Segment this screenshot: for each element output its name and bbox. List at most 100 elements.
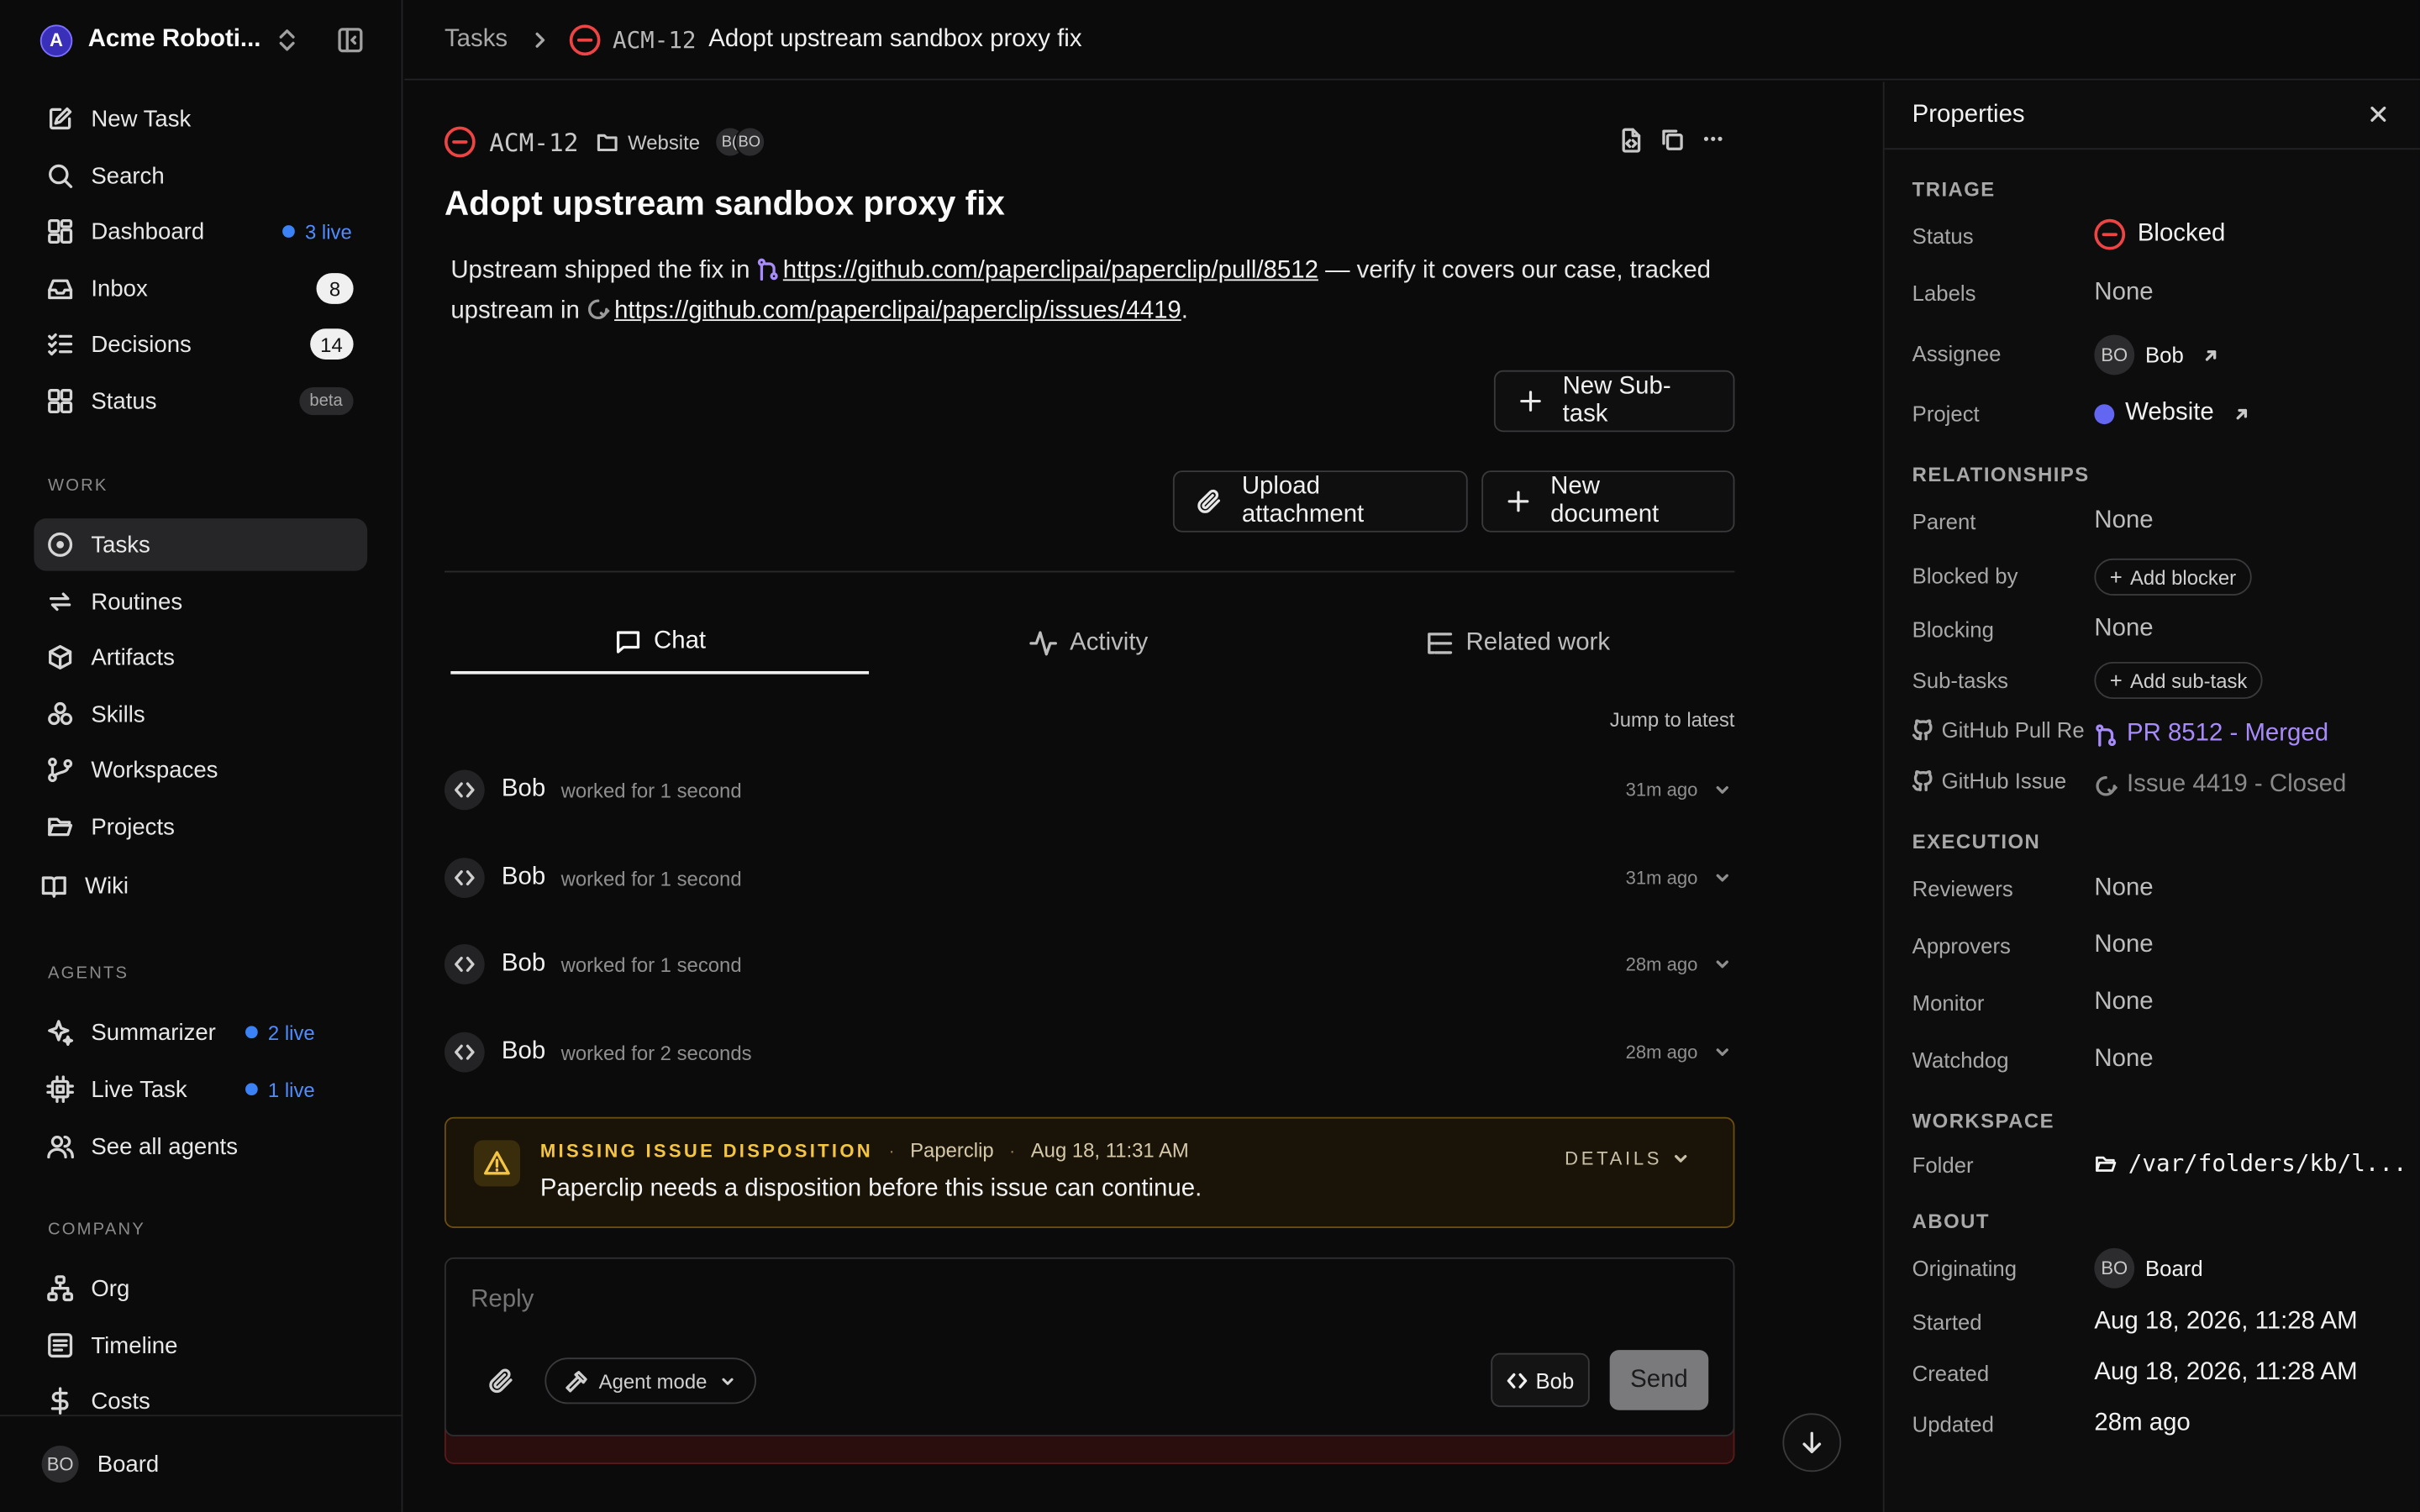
task-description[interactable]: Upstream shipped the fix in https://gith… — [450, 251, 1731, 332]
assignee-value[interactable]: BO Bob — [2094, 334, 2219, 375]
run-time: 31m ago — [1625, 779, 1698, 801]
nav-org[interactable]: Org — [34, 1262, 367, 1314]
originating-name: Board — [2145, 1256, 2203, 1281]
originating-value[interactable]: BO Board — [2094, 1247, 2203, 1289]
watchdog-label: Watchdog — [1912, 1047, 2009, 1073]
upload-attachment-button[interactable]: Upload attachment — [1172, 470, 1468, 533]
pr-link[interactable]: https://github.com/paperclipai/paperclip… — [783, 258, 1318, 284]
nav-label: Timeline — [91, 1331, 178, 1359]
nav-routines[interactable]: Routines — [34, 575, 367, 627]
run-row[interactable]: Bob worked for 2 seconds 28m ago — [444, 1031, 1734, 1074]
add-blocker-button[interactable]: + Add blocker — [2094, 558, 2252, 596]
nav-see-all-agents[interactable]: See all agents — [34, 1120, 367, 1172]
nav-tasks[interactable]: Tasks — [34, 518, 368, 571]
run-time: 31m ago — [1625, 867, 1698, 889]
agent-name: Bob — [1535, 1368, 1575, 1393]
assignee-name: Bob — [2145, 342, 2184, 368]
scroll-to-bottom-button[interactable] — [1782, 1413, 1842, 1473]
arrow-down-icon — [1802, 1431, 1822, 1453]
close-icon[interactable] — [2369, 105, 2387, 123]
assignee-label: Assignee — [1912, 340, 2002, 366]
agent-mode-select[interactable]: Agent mode — [544, 1357, 757, 1404]
agent-selector[interactable]: Bob — [1491, 1352, 1590, 1408]
task-project[interactable]: Website — [596, 130, 700, 154]
chevron-down-icon — [1675, 1154, 1687, 1163]
project-value[interactable]: Website — [2094, 400, 2249, 428]
send-button[interactable]: Send — [1609, 1350, 1709, 1410]
nav-artifacts[interactable]: Artifacts — [34, 631, 367, 683]
github-issue-value[interactable]: Issue 4419 - Closed — [2094, 771, 2346, 799]
blocking-value[interactable]: None — [2094, 616, 2153, 643]
details-button[interactable]: DETAILS — [1565, 1147, 1690, 1170]
parent-value[interactable]: None — [2094, 507, 2153, 535]
external-link-icon — [2205, 349, 2217, 360]
org-logo: A — [39, 24, 73, 57]
nav-label: Wiki — [85, 872, 129, 899]
new-document-button[interactable]: New document — [1481, 470, 1735, 533]
status-value[interactable]: Blocked — [2094, 218, 2225, 250]
plus-icon: + — [2109, 564, 2123, 590]
issue-closed-icon — [2096, 775, 2118, 795]
blocked-status-icon[interactable] — [444, 126, 476, 158]
nav-projects[interactable]: Projects — [34, 801, 367, 853]
sidebar-footer-user[interactable]: BO Board — [0, 1415, 403, 1512]
paperclip-icon — [1197, 489, 1221, 513]
run-row[interactable]: Bob worked for 1 second 28m ago — [444, 942, 1734, 985]
run-duration: worked for 2 seconds — [560, 1040, 752, 1064]
button-label: Upload attachment — [1241, 473, 1365, 528]
nav-status[interactable]: Status beta — [34, 375, 367, 427]
reply-input[interactable] — [471, 1286, 1397, 1315]
nav-dashboard[interactable]: Dashboard 3 live — [34, 205, 367, 257]
dollar-icon — [50, 1387, 69, 1415]
button-label: New Sub-task — [1562, 373, 1671, 428]
paperclip-icon[interactable] — [487, 1367, 515, 1394]
chevron-down-icon — [1716, 1048, 1728, 1057]
reply-composer: Agent mode Bob Send — [444, 1257, 1735, 1436]
dashboard-icon — [48, 218, 73, 244]
folder-value[interactable]: /var/folders/kb/l... — [2094, 1149, 2407, 1177]
inbox-icon — [48, 279, 73, 300]
issue-link[interactable]: https://github.com/paperclipai/paperclip… — [614, 297, 1181, 323]
nav-decisions[interactable]: Decisions 14 — [34, 318, 367, 370]
sidebar-collapse-icon[interactable] — [336, 26, 364, 54]
copy-icon[interactable] — [1660, 128, 1684, 151]
org-switcher[interactable]: A Acme Roboti... — [39, 22, 298, 59]
more-horizontal-icon[interactable] — [1702, 128, 1724, 150]
nav-agent-live-task[interactable]: Live Task 1 live — [34, 1063, 367, 1115]
nav-search[interactable]: Search — [34, 150, 367, 202]
nav-inbox[interactable]: Inbox 8 — [34, 262, 367, 314]
labels-value[interactable]: None — [2094, 279, 2153, 307]
github-pr-value[interactable]: PR 8512 - Merged — [2094, 721, 2328, 748]
run-row[interactable]: Bob worked for 1 second 31m ago — [444, 769, 1734, 811]
run-agent: Bob — [501, 950, 546, 977]
new-subtask-button[interactable]: New Sub-task — [1493, 370, 1735, 433]
nav-timeline[interactable]: Timeline — [34, 1319, 367, 1371]
alert-header: MISSING ISSUE DISPOSITION · Paperclip · … — [540, 1138, 1189, 1162]
breadcrumb-tasks[interactable]: Tasks — [445, 25, 508, 53]
nav-workspaces[interactable]: Workspaces — [34, 743, 367, 795]
nav-wiki[interactable]: Wiki — [28, 859, 361, 911]
run-row[interactable]: Bob worked for 1 second 31m ago — [444, 856, 1734, 899]
alert-message: Paperclip needs a disposition before thi… — [539, 1175, 1202, 1202]
nav-agent-summarizer[interactable]: Summarizer 2 live — [34, 1006, 367, 1058]
reviewers-value[interactable]: None — [2094, 874, 2153, 902]
add-subtask-button[interactable]: + Add sub-task — [2094, 661, 2263, 700]
nav-new-task[interactable]: New Task — [34, 92, 367, 144]
nav-skills[interactable]: Skills — [34, 688, 367, 740]
jump-to-latest-link[interactable]: Jump to latest — [1610, 708, 1735, 732]
folder-label: Folder — [1912, 1152, 1974, 1178]
nav-label: Live Task — [91, 1076, 187, 1103]
run-duration: worked for 1 second — [560, 778, 742, 802]
file-code-icon[interactable] — [1621, 128, 1643, 153]
watchdog-value[interactable]: None — [2094, 1046, 2153, 1074]
live-count: 2 live — [267, 1020, 315, 1044]
tab-activity[interactable]: Activity — [880, 612, 1298, 674]
details-label: DETAILS — [1565, 1147, 1663, 1170]
chevron-down-icon — [722, 1377, 734, 1384]
run-time: 28m ago — [1625, 1041, 1698, 1063]
tab-related-work[interactable]: Related work — [1309, 612, 1728, 674]
monitor-value[interactable]: None — [2094, 989, 2153, 1016]
approvers-value[interactable]: None — [2094, 932, 2153, 959]
tab-chat[interactable]: Chat — [450, 612, 870, 675]
task-title[interactable]: Adopt upstream sandbox proxy fix — [445, 184, 1005, 224]
